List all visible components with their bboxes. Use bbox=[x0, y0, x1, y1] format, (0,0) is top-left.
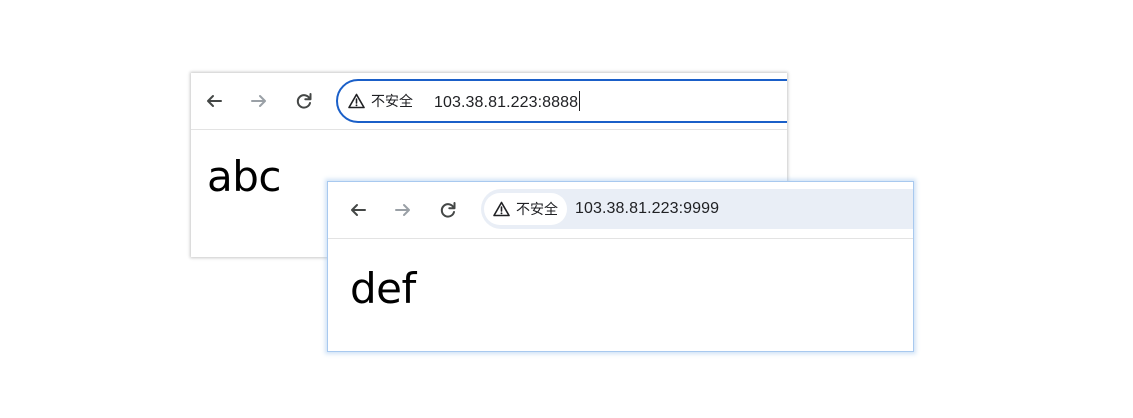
back-button[interactable] bbox=[344, 196, 372, 224]
page-content: def bbox=[328, 239, 913, 351]
security-label: 不安全 bbox=[371, 93, 413, 109]
browser-toolbar: 不安全 103.38.81.223:9999 bbox=[328, 182, 913, 239]
security-chip[interactable]: 不安全 bbox=[346, 85, 422, 117]
reload-icon bbox=[440, 202, 456, 218]
reload-button[interactable] bbox=[434, 196, 462, 224]
warning-icon bbox=[348, 93, 365, 109]
reload-icon bbox=[296, 93, 312, 109]
address-bar[interactable]: 不安全 103.38.81.223:9999 bbox=[481, 189, 913, 229]
browser-toolbar: 不安全 103.38.81.223:8888 bbox=[191, 73, 787, 130]
url-text[interactable]: 103.38.81.223:8888 bbox=[434, 90, 581, 112]
page-text: abc bbox=[207, 152, 282, 201]
arrow-left-icon bbox=[207, 95, 222, 107]
arrow-right-icon bbox=[251, 95, 266, 107]
arrow-right-icon bbox=[395, 204, 410, 216]
reload-button[interactable] bbox=[290, 87, 318, 115]
address-bar[interactable]: 不安全 103.38.81.223:8888 bbox=[336, 79, 787, 123]
text-caret bbox=[579, 90, 581, 111]
url-text[interactable]: 103.38.81.223:9999 bbox=[575, 200, 719, 218]
arrow-left-icon bbox=[351, 204, 366, 216]
url-value: 103.38.81.223:8888 bbox=[434, 93, 579, 111]
page-text: def bbox=[350, 264, 416, 313]
security-chip[interactable]: 不安全 bbox=[484, 193, 567, 225]
back-button[interactable] bbox=[200, 87, 228, 115]
forward-button[interactable] bbox=[389, 196, 417, 224]
warning-icon bbox=[493, 201, 510, 217]
security-label: 不安全 bbox=[516, 201, 558, 217]
browser-window-2: 不安全 103.38.81.223:9999 def bbox=[327, 181, 914, 352]
forward-button[interactable] bbox=[245, 87, 273, 115]
